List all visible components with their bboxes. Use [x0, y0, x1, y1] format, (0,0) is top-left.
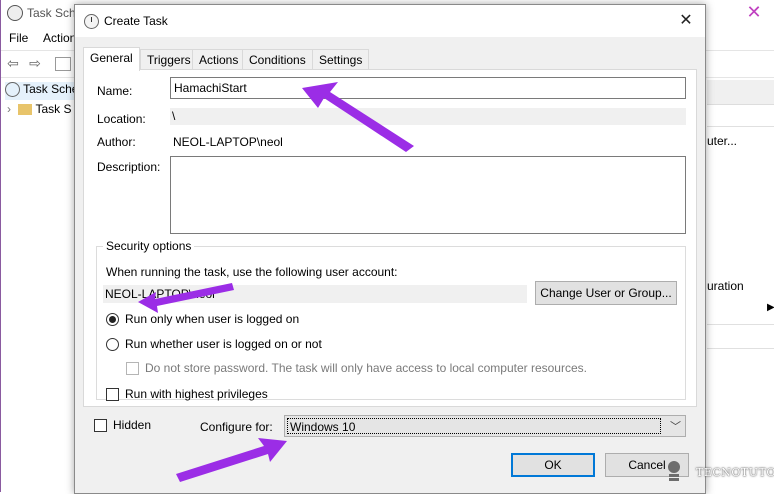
general-tab-panel: Name: HamachiStart Location: \ Author: N… [83, 69, 697, 407]
tree-item-label: Task Sche [23, 82, 79, 96]
clock-icon [5, 82, 20, 98]
forward-arrow-icon[interactable]: ⇨ [27, 55, 43, 71]
highest-privileges-label[interactable]: Run with highest privileges [125, 387, 268, 401]
dialog-titlebar: Create Task ✕ [75, 5, 705, 37]
watermark-logo-icon [668, 461, 680, 481]
radio-run-logged-on[interactable] [106, 313, 119, 326]
separator [707, 324, 774, 325]
tab-conditions[interactable]: Conditions [242, 49, 313, 70]
hidden-checkbox[interactable] [94, 419, 107, 432]
clock-icon [7, 5, 23, 21]
menu-file[interactable]: File [9, 31, 28, 45]
watermark-text: TECNOTUTO [696, 466, 774, 479]
background-close-icon[interactable]: ✕ [741, 0, 767, 26]
separator [707, 348, 774, 349]
tab-actions[interactable]: Actions [192, 49, 246, 70]
hidden-label[interactable]: Hidden [113, 418, 151, 432]
radio-run-whether[interactable] [106, 338, 119, 351]
location-value: \ [170, 108, 686, 125]
description-label: Description: [97, 160, 161, 174]
actions-pane-header [707, 80, 774, 105]
create-task-dialog: Create Task ✕ General Triggers Actions C… [74, 4, 706, 494]
highest-privileges-checkbox[interactable] [106, 388, 119, 401]
security-options-legend: Security options [103, 239, 195, 253]
tree-item-label: Task S [35, 102, 72, 116]
chevron-right-icon[interactable]: › [7, 102, 11, 116]
description-textarea[interactable] [170, 156, 686, 234]
separator [707, 126, 774, 127]
chevron-down-icon: ﹀ [670, 421, 681, 433]
close-icon[interactable]: ✕ [675, 10, 697, 32]
console-icon[interactable] [55, 57, 71, 71]
actions-pane-item[interactable]: uter... [707, 134, 737, 148]
submenu-arrow-icon: ▶ [767, 302, 774, 313]
name-label: Name: [97, 84, 133, 98]
no-store-password-label[interactable]: Do not store password. The task will onl… [145, 361, 587, 375]
author-value: NEOL-LAPTOP\neol [173, 135, 283, 149]
author-label: Author: [97, 135, 136, 149]
location-label: Location: [97, 112, 146, 126]
actions-pane-item[interactable]: uration [707, 279, 744, 293]
clock-icon [84, 14, 99, 29]
name-input[interactable]: HamachiStart [170, 77, 686, 99]
configure-for-label: Configure for: [200, 420, 273, 434]
ok-button[interactable]: OK [511, 453, 595, 477]
configure-for-value: Windows 10 [287, 418, 661, 434]
configure-for-select[interactable]: Windows 10 ﹀ [284, 415, 686, 437]
change-user-button[interactable]: Change User or Group... [535, 281, 677, 305]
user-account-value: NEOL-LAPTOP\neol [103, 285, 527, 303]
background-actions-pane: uter... uration ▶ [707, 80, 774, 492]
tree-item-library[interactable]: › Task S [7, 102, 71, 120]
tree-item-root[interactable]: Task Sche [5, 82, 79, 100]
radio-run-logged-on-label[interactable]: Run only when user is logged on [125, 312, 299, 326]
tab-general[interactable]: General [83, 47, 140, 71]
watermark: TECNOTUTO [662, 456, 774, 490]
background-tree: Task Sche › Task S [1, 80, 79, 492]
dialog-title: Create Task [104, 14, 168, 28]
tab-triggers[interactable]: Triggers [140, 49, 198, 70]
tab-settings[interactable]: Settings [312, 49, 370, 70]
account-prompt: When running the task, use the following… [106, 265, 398, 279]
no-store-password-checkbox[interactable] [126, 362, 139, 375]
menu-action[interactable]: Action [43, 31, 76, 45]
security-options-group: Security options When running the task, … [96, 239, 686, 401]
back-arrow-icon[interactable]: ⇦ [5, 55, 21, 71]
radio-run-whether-label[interactable]: Run whether user is logged on or not [125, 337, 322, 351]
folder-icon [18, 104, 33, 116]
